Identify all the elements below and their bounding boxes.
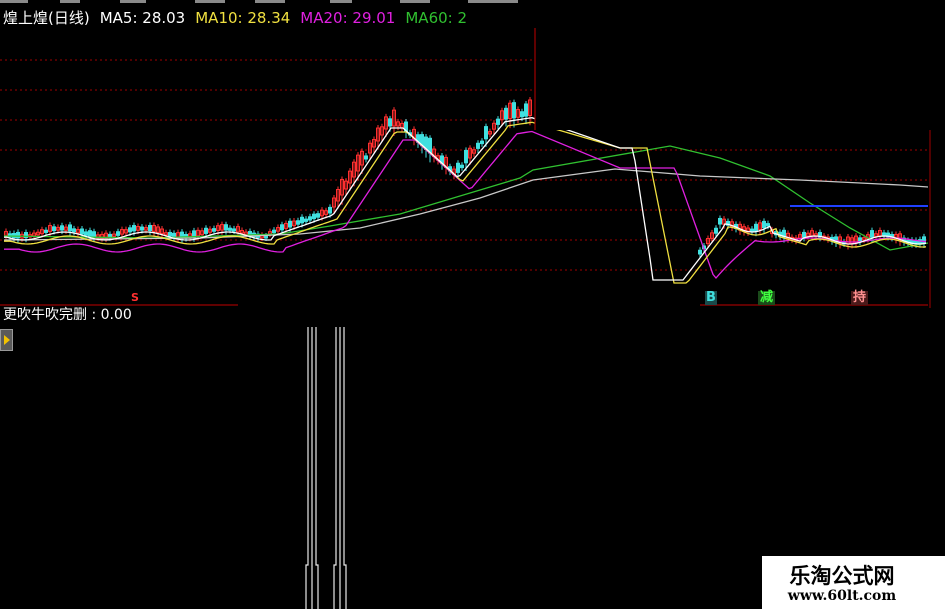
candle-body	[204, 227, 208, 234]
ma60-label: MA60: 2	[405, 9, 468, 27]
candle-body	[296, 220, 300, 225]
candle-body	[272, 229, 276, 234]
candle-body	[308, 216, 312, 221]
candle-body	[92, 231, 96, 238]
candle-body	[766, 223, 770, 227]
candle-body	[754, 223, 758, 232]
candle-body	[388, 118, 392, 127]
candle-body	[140, 226, 144, 231]
candle-body	[192, 230, 196, 238]
candle-body	[88, 230, 92, 237]
toolbar-strip	[0, 0, 945, 8]
candle-body	[714, 227, 718, 234]
ma5-label: MA5: 28.03	[99, 9, 186, 27]
indicator-spike	[333, 327, 347, 609]
blackout-panel	[535, 28, 945, 130]
candle-body	[512, 102, 516, 119]
ma20-label: MA20: 29.01	[300, 9, 396, 27]
candle-body	[496, 118, 500, 125]
buy-marker: B	[705, 290, 717, 305]
candle-body	[168, 232, 172, 237]
candle-body	[524, 103, 528, 117]
indicator-spikes	[305, 327, 347, 609]
price-chart[interactable]	[0, 28, 945, 308]
candle-body	[264, 235, 268, 239]
candle-body	[132, 225, 136, 232]
ma5-line	[4, 117, 927, 281]
candle-body	[148, 225, 152, 232]
candle-body	[212, 228, 216, 232]
candle-body	[504, 107, 508, 120]
indicator-spike	[305, 327, 319, 609]
candle-body	[316, 213, 320, 218]
candle-body	[288, 220, 292, 228]
candle-body	[60, 225, 64, 231]
candle-body	[280, 224, 284, 231]
candle-body	[224, 224, 228, 231]
candle-body	[456, 162, 460, 173]
hold-marker: 持	[851, 290, 869, 305]
stock-name: 煌上煌(日线)	[3, 9, 90, 27]
candle-body	[300, 216, 304, 224]
candle-body	[364, 155, 368, 160]
candle-body	[16, 231, 20, 239]
candle-body	[172, 232, 176, 238]
candle-body	[870, 230, 874, 238]
sell-marker: S	[131, 291, 139, 304]
candle-body	[232, 228, 236, 232]
candle-body	[858, 237, 862, 242]
candle-body	[484, 126, 488, 140]
candle-body	[480, 140, 484, 145]
candle-body	[116, 231, 120, 236]
candle-body	[328, 206, 332, 214]
candle-body	[312, 213, 316, 220]
ma10-label: MA10: 28.34	[195, 9, 291, 27]
reduce-marker: 减	[758, 290, 776, 305]
candle-body	[718, 217, 722, 225]
candle-body	[72, 228, 76, 233]
candle-body	[304, 218, 308, 222]
watermark-url: www.60lt.com	[787, 588, 897, 604]
candle-body	[52, 226, 56, 232]
candle-body	[520, 111, 524, 118]
watermark: 乐淘公式网 www.60lt.com	[762, 556, 945, 609]
ma-header: 煌上煌(日线) MA5: 28.03 MA10: 28.34 MA20: 29.01 M…	[3, 8, 477, 28]
candle-body	[464, 149, 468, 164]
candle-body	[476, 142, 480, 149]
candle-body	[698, 249, 702, 255]
candle-body	[84, 231, 88, 236]
candle-body	[44, 229, 48, 233]
candle-body	[80, 228, 84, 235]
candle-body	[802, 231, 806, 238]
watermark-title: 乐淘公式网	[789, 563, 895, 588]
candle-body	[228, 227, 232, 231]
candle-body	[460, 164, 464, 169]
candle-body	[762, 220, 766, 229]
candle-body	[68, 224, 72, 232]
candle-body	[128, 227, 132, 233]
